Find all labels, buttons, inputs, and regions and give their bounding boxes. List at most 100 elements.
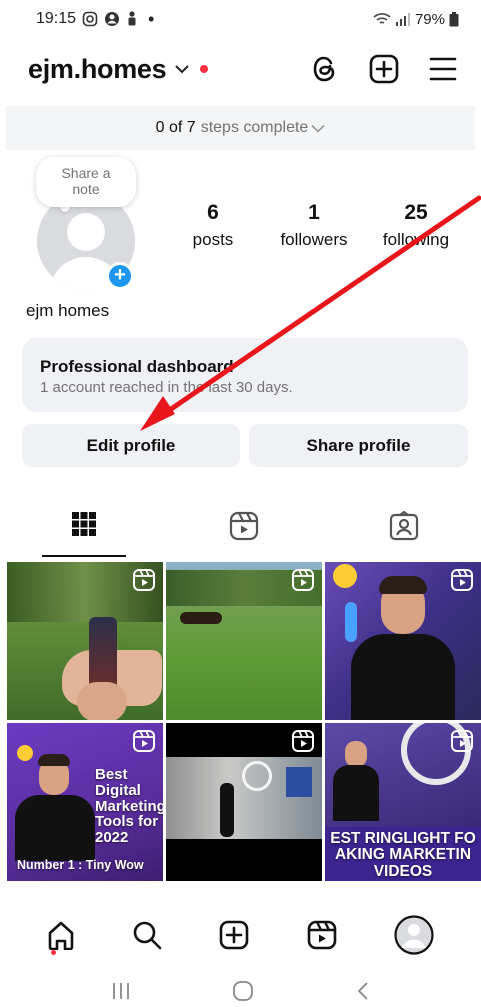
chevron-down-icon <box>311 124 325 133</box>
tile4-line3: Marketing <box>95 797 163 815</box>
reel-badge-icon <box>451 730 473 752</box>
stat-followers[interactable]: 1 followers <box>272 200 356 254</box>
tile6-line3: VIDEOS <box>373 862 433 880</box>
presenter-hair <box>379 576 427 594</box>
status-time: 19:15 <box>36 10 77 27</box>
status-right: 79% <box>373 11 459 28</box>
menu-hamburger-icon[interactable] <box>429 56 457 82</box>
tile6-caption: EST RINGLIGHT FO AKING MARKETIN VIDEOS <box>325 830 481 880</box>
reel-badge-icon <box>133 730 155 752</box>
hand-bottom-shape <box>77 682 127 720</box>
presenter-body <box>333 765 379 821</box>
onboarding-steps-bar[interactable]: 0 of 7 steps complete <box>6 106 475 150</box>
emoji-sticker <box>333 564 357 588</box>
share-note-bubble[interactable]: Share a note <box>36 157 136 207</box>
reel-badge-icon <box>451 569 473 591</box>
steps-label: steps complete <box>200 119 309 136</box>
dog-shape <box>180 612 222 624</box>
signal-icon <box>395 13 410 26</box>
home-icon[interactable] <box>47 920 75 950</box>
tab-grid[interactable] <box>42 505 126 557</box>
professional-dashboard[interactable]: Professional dashboard 1 account reached… <box>22 338 468 412</box>
search-icon[interactable] <box>132 920 162 950</box>
tagged-icon <box>389 511 419 541</box>
profile-header: ejm.homes <box>0 44 481 94</box>
battery-icon <box>449 11 459 26</box>
tile6-line2: AKING MARKETIN <box>334 846 472 864</box>
person-notification-icon <box>128 11 136 26</box>
dashboard-title: Professional dashboard <box>40 357 234 376</box>
presenter-body <box>15 795 95 861</box>
lava-lamp-shape <box>345 602 357 642</box>
post-tile-1[interactable] <box>7 562 163 720</box>
wifi-icon <box>373 13 391 24</box>
home-button-icon[interactable] <box>232 980 254 1002</box>
presenter-head <box>345 741 367 767</box>
reel-badge-icon <box>292 730 314 752</box>
display-name: ejm homes <box>26 301 110 320</box>
post-tile-6[interactable]: EST RINGLIGHT FO AKING MARKETIN VIDEOS <box>325 723 481 881</box>
emoji-sticker <box>17 745 33 761</box>
account-switcher[interactable]: ejm.homes <box>28 54 209 85</box>
reels-icon[interactable] <box>307 920 337 950</box>
active-tab-indicator <box>42 555 126 557</box>
more-dot-icon: • <box>148 8 155 29</box>
post-tile-5[interactable] <box>166 723 322 881</box>
add-story-icon[interactable]: + <box>106 262 134 290</box>
tile6-line1: EST RINGLIGHT FO <box>330 830 476 847</box>
reel-badge-icon <box>133 569 155 591</box>
threads-icon[interactable] <box>311 54 339 84</box>
stat-posts[interactable]: 6 posts <box>186 200 240 254</box>
avatar-head-shape <box>67 213 105 251</box>
share-profile-button[interactable]: Share profile <box>249 424 468 467</box>
stat-following[interactable]: 25 following <box>374 200 458 254</box>
following-count: 25 <box>404 201 428 224</box>
instagram-notification-icon <box>82 11 98 27</box>
tile4-line2: Digital <box>95 781 141 799</box>
post-tile-2[interactable] <box>166 562 322 720</box>
status-left: 19:15 • <box>36 9 154 30</box>
steps-count: 0 of 7 <box>155 119 196 136</box>
username[interactable]: ejm.homes <box>28 54 167 85</box>
header-actions <box>311 54 457 84</box>
tile4-line5: 2022 <box>95 829 129 846</box>
followers-count: 1 <box>308 201 320 224</box>
status-bar: 19:15 • 79% <box>0 0 481 38</box>
profile-icon[interactable] <box>394 915 434 955</box>
system-navigation <box>0 975 481 1007</box>
bottom-nav <box>0 905 481 965</box>
presenter-body <box>351 634 455 720</box>
ring-light-shape <box>242 761 272 791</box>
poster-shape <box>286 767 312 797</box>
tile4-line4: Tools for <box>95 813 159 831</box>
edit-profile-button[interactable]: Edit profile <box>22 424 240 467</box>
home-notification-dot <box>51 950 56 955</box>
recent-apps-icon[interactable] <box>111 982 131 1000</box>
profile-tabs <box>0 505 481 557</box>
bottle-shape <box>89 617 117 692</box>
post-tile-3[interactable] <box>325 562 481 720</box>
battery-percent: 79% <box>414 10 445 28</box>
post-tile-4[interactable]: Best Digital Marketing Tools for 2022 Nu… <box>7 723 163 881</box>
account-notification-icon <box>105 12 120 26</box>
notification-dot <box>200 65 209 73</box>
tile4-headline: Best Digital Marketing Tools for 2022 <box>95 767 163 846</box>
posts-count: 6 <box>207 201 219 224</box>
chevron-down-icon[interactable] <box>174 64 190 74</box>
back-icon[interactable] <box>356 981 370 1001</box>
tab-reels[interactable] <box>202 505 286 557</box>
dashboard-subtitle: 1 account reached in the last 30 days. <box>40 379 293 396</box>
tab-tagged[interactable] <box>362 505 446 557</box>
presenter-shape <box>220 783 234 837</box>
create-icon[interactable] <box>219 920 249 950</box>
grid-icon <box>72 512 96 536</box>
share-note-label: Share a note <box>61 165 111 197</box>
reel-badge-icon <box>292 569 314 591</box>
create-plus-icon[interactable] <box>369 54 399 84</box>
tile4-footer: Number 1 : Tiny Wow <box>17 858 144 872</box>
tile4-line1: Best <box>95 766 128 783</box>
presenter-hair <box>38 754 70 766</box>
reels-icon <box>229 511 259 541</box>
followers-label: followers <box>280 230 348 249</box>
following-label: following <box>382 230 450 249</box>
